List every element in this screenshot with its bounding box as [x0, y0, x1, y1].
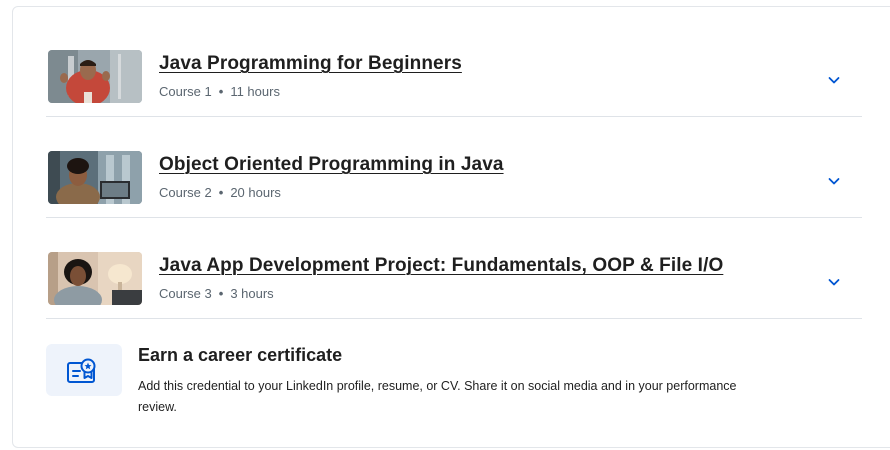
chevron-down-icon[interactable] — [825, 172, 843, 190]
course-title-1[interactable]: Java Programming for Beginners — [159, 53, 462, 75]
course-duration-2: 20 hours — [230, 185, 281, 200]
course-number-3: Course 3 — [159, 286, 212, 301]
course-title-2[interactable]: Object Oriented Programming in Java — [159, 154, 504, 176]
course-item-2[interactable]: Object Oriented Programming in Java Cour… — [46, 117, 862, 218]
certificate-title: Earn a career certificate — [138, 345, 343, 365]
course-duration-1: 11 hours — [230, 84, 280, 99]
certificate-badge — [46, 344, 122, 396]
course-number-2: Course 2 — [159, 185, 212, 200]
course-thumbnail-1 — [48, 50, 142, 103]
certificate-description: Add this credential to your LinkedIn pro… — [138, 379, 737, 414]
course-item-1[interactable]: Java Programming for Beginners Course 1 •… — [46, 16, 862, 117]
course-item-3[interactable]: Java App Development Project: Fundamenta… — [46, 218, 862, 319]
course-meta-3: Course 3 • 3 hours — [159, 286, 274, 301]
course-number-1: Course 1 — [159, 84, 212, 99]
meta-separator: • — [218, 185, 224, 200]
course-thumbnail-3 — [48, 252, 142, 305]
meta-separator: • — [218, 286, 224, 301]
course-title-3[interactable]: Java App Development Project: Fundamenta… — [159, 255, 723, 277]
course-thumbnail-2 — [48, 151, 142, 204]
course-meta-1: Course 1 • 11 hours — [159, 84, 280, 99]
chevron-down-icon[interactable] — [825, 71, 843, 89]
meta-separator: • — [218, 84, 224, 99]
chevron-down-icon[interactable] — [825, 273, 843, 291]
career-certificate-section: Earn a career certificate Add this crede… — [46, 340, 826, 430]
course-duration-3: 3 hours — [230, 286, 274, 301]
certificate-icon — [67, 358, 96, 383]
course-meta-2: Course 2 • 20 hours — [159, 185, 281, 200]
